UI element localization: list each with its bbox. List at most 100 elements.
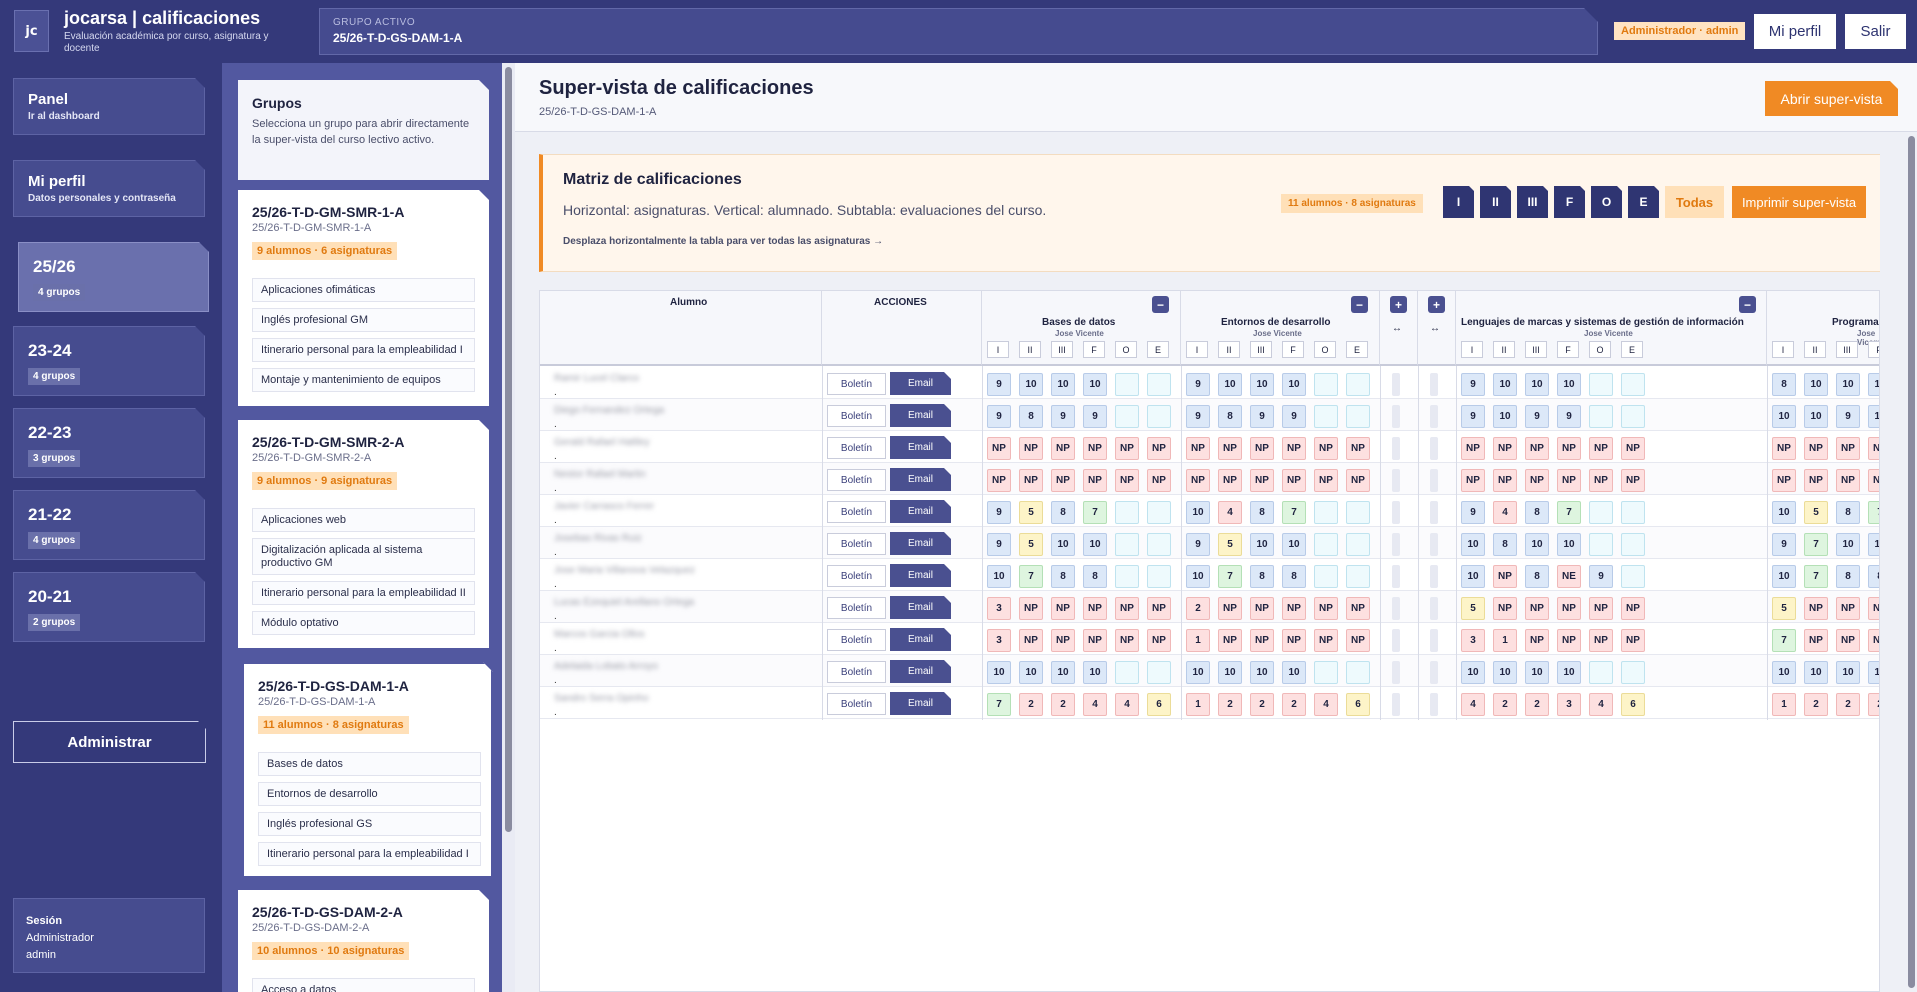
- grade-cell[interactable]: 5: [1019, 501, 1043, 524]
- grade-cell[interactable]: 10: [987, 661, 1011, 684]
- grade-cell[interactable]: 9: [1461, 405, 1485, 428]
- grade-cell[interactable]: 1: [1493, 629, 1517, 652]
- grade-cell[interactable]: 9: [1461, 501, 1485, 524]
- grade-cell[interactable]: 1: [1186, 693, 1210, 716]
- grade-cell[interactable]: NP: [1868, 629, 1879, 652]
- grade-cell[interactable]: 10: [1804, 373, 1828, 396]
- grade-cell[interactable]: 6: [1346, 693, 1370, 716]
- grade-cell[interactable]: 2: [1525, 693, 1549, 716]
- grade-cell[interactable]: 10: [1461, 661, 1485, 684]
- grade-cell[interactable]: 10: [1868, 533, 1879, 556]
- email-button[interactable]: Email: [890, 660, 951, 683]
- grade-cell[interactable]: 10: [1186, 501, 1210, 524]
- group-card-selected[interactable]: 25/26-T-D-GS-DAM-1-A 25/26-T-D-GS-DAM-1-…: [242, 662, 493, 878]
- group-card[interactable]: 25/26-T-D-GM-SMR-1-A 25/26-T-D-GM-SMR-1-…: [238, 190, 489, 406]
- grade-cell[interactable]: [1147, 405, 1171, 428]
- grade-cell[interactable]: NP: [1051, 469, 1075, 492]
- grade-cell[interactable]: 10: [1019, 373, 1043, 396]
- grade-cell[interactable]: NP: [1868, 437, 1879, 460]
- grade-cell[interactable]: 2: [1804, 693, 1828, 716]
- grade-cell[interactable]: 9: [1250, 405, 1274, 428]
- group-subject[interactable]: Inglés profesional GS: [258, 812, 481, 836]
- grade-cell[interactable]: 8: [1218, 405, 1242, 428]
- grade-cell[interactable]: NP: [1314, 437, 1338, 460]
- grade-cell[interactable]: 10: [1282, 373, 1306, 396]
- grade-cell[interactable]: [1589, 501, 1613, 524]
- grade-cell[interactable]: 10: [1186, 661, 1210, 684]
- grade-cell[interactable]: 8: [1051, 501, 1075, 524]
- grade-cell[interactable]: 5: [1772, 597, 1796, 620]
- grade-cell[interactable]: 7: [1868, 501, 1879, 524]
- grade-cell[interactable]: 7: [987, 693, 1011, 716]
- grade-cell[interactable]: [1621, 533, 1645, 556]
- grade-cell[interactable]: [1346, 405, 1370, 428]
- grade-cell[interactable]: 10: [1051, 533, 1075, 556]
- grade-cell[interactable]: 7: [1772, 629, 1796, 652]
- grade-cell[interactable]: NP: [1772, 469, 1796, 492]
- group-subject[interactable]: Entornos de desarrollo: [258, 782, 481, 806]
- grade-cell[interactable]: 10: [1218, 661, 1242, 684]
- grade-cell[interactable]: 3: [987, 597, 1011, 620]
- grade-cell[interactable]: 10: [1218, 373, 1242, 396]
- collapse-subject-button[interactable]: −: [1152, 296, 1169, 313]
- grade-cell[interactable]: [1115, 533, 1139, 556]
- grade-cell[interactable]: 10: [1461, 533, 1485, 556]
- grade-cell[interactable]: NP: [1525, 437, 1549, 460]
- group-subject[interactable]: Digitalización aplicada al sistema produ…: [252, 538, 475, 575]
- groups-scroll-thumb[interactable]: [505, 67, 512, 832]
- grade-cell[interactable]: 9: [1525, 405, 1549, 428]
- eval-filter-all-button[interactable]: Todas: [1665, 186, 1724, 218]
- grade-cell[interactable]: 10: [1186, 565, 1210, 588]
- grade-cell[interactable]: NP: [987, 437, 1011, 460]
- grade-cell[interactable]: 10: [1493, 661, 1517, 684]
- grade-cell[interactable]: NP: [1493, 597, 1517, 620]
- grade-cell[interactable]: [1115, 661, 1139, 684]
- open-supervista-button[interactable]: Abrir super-vista: [1765, 81, 1898, 116]
- grade-cell[interactable]: NP: [1282, 629, 1306, 652]
- grade-cell[interactable]: [1147, 373, 1171, 396]
- group-subject[interactable]: Acceso a datos: [252, 978, 475, 992]
- grade-cell[interactable]: NP: [1051, 597, 1075, 620]
- grade-cell[interactable]: 10: [1868, 661, 1879, 684]
- grade-cell[interactable]: NP: [1804, 469, 1828, 492]
- email-button[interactable]: Email: [890, 692, 951, 715]
- grade-cell[interactable]: 10: [1083, 373, 1107, 396]
- grade-cell[interactable]: NP: [1282, 597, 1306, 620]
- eval-filter-button-II[interactable]: II: [1480, 186, 1511, 218]
- grade-cell[interactable]: 10: [1250, 661, 1274, 684]
- year-item-22-23[interactable]: 22-23 3 grupos: [13, 408, 205, 478]
- grade-cell[interactable]: 3: [1557, 693, 1581, 716]
- eval-filter-button-I[interactable]: I: [1443, 186, 1474, 218]
- group-subject[interactable]: Aplicaciones web: [252, 508, 475, 532]
- sidebar-item-profile[interactable]: Mi perfil Datos personales y contraseña: [13, 160, 205, 217]
- grade-cell[interactable]: NP: [1282, 469, 1306, 492]
- grade-cell[interactable]: NP: [1836, 597, 1860, 620]
- grade-cell[interactable]: [1589, 661, 1613, 684]
- grade-cell[interactable]: NP: [1019, 469, 1043, 492]
- grade-cell[interactable]: 7: [1282, 501, 1306, 524]
- grade-cell[interactable]: 10: [1051, 661, 1075, 684]
- grade-cell[interactable]: 2: [1493, 693, 1517, 716]
- grade-cell[interactable]: NP: [1314, 629, 1338, 652]
- grade-cell[interactable]: 10: [1525, 661, 1549, 684]
- grade-cell[interactable]: NP: [1314, 597, 1338, 620]
- grade-cell[interactable]: 2: [1836, 693, 1860, 716]
- grade-cell[interactable]: NP: [1772, 437, 1796, 460]
- grade-cell[interactable]: 9: [987, 373, 1011, 396]
- grade-cell[interactable]: 8: [1083, 565, 1107, 588]
- grade-cell[interactable]: 10: [1019, 661, 1043, 684]
- grade-cell[interactable]: 6: [1621, 693, 1645, 716]
- email-button[interactable]: Email: [890, 564, 951, 587]
- grade-cell[interactable]: 10: [1282, 533, 1306, 556]
- collapse-subject-button[interactable]: −: [1351, 296, 1368, 313]
- email-button[interactable]: Email: [890, 404, 951, 427]
- grade-cell[interactable]: 8: [1250, 501, 1274, 524]
- boletin-button[interactable]: Boletín: [827, 629, 886, 651]
- grade-cell[interactable]: [1621, 501, 1645, 524]
- grade-cell[interactable]: NP: [1250, 469, 1274, 492]
- main-scroll-thumb[interactable]: [1908, 136, 1915, 988]
- grade-cell[interactable]: 2: [1186, 597, 1210, 620]
- grade-cell[interactable]: 8: [1836, 501, 1860, 524]
- grade-cell[interactable]: NP: [1346, 597, 1370, 620]
- grade-cell[interactable]: 4: [1083, 693, 1107, 716]
